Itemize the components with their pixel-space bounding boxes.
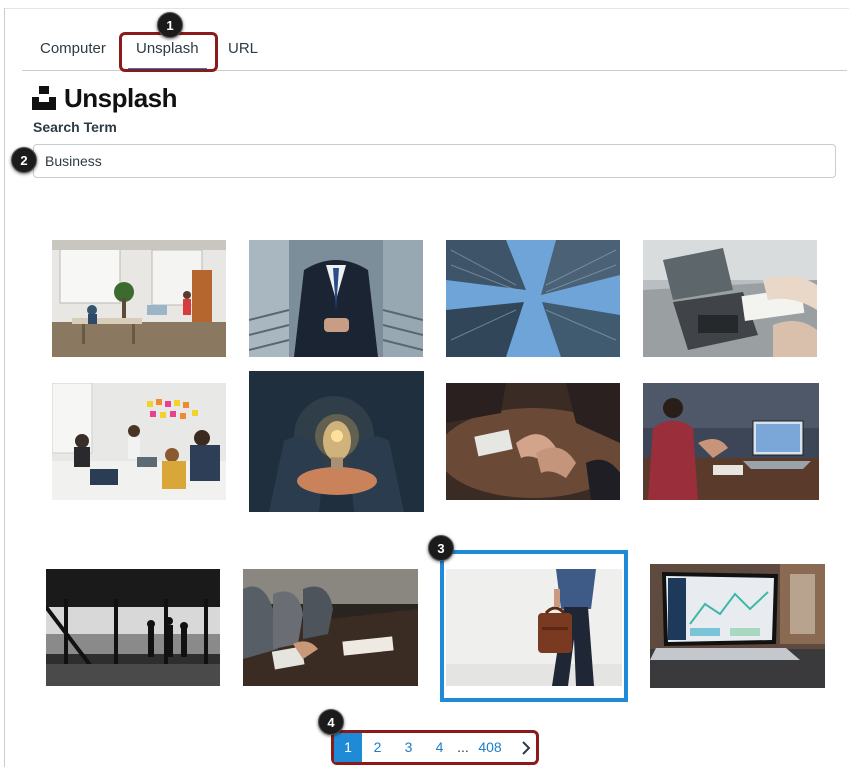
callout-badge-4: 4 [318, 709, 344, 735]
unsplash-logo: Unsplash [32, 82, 178, 113]
callout-badge-1: 1 [157, 12, 183, 38]
panel-left-border [4, 8, 5, 767]
photo-office-loft[interactable] [52, 240, 226, 357]
callout-badge-3: 3 [428, 535, 454, 561]
pagination: 1 2 3 4 ... 408 [334, 733, 543, 762]
unsplash-mark-icon [32, 86, 56, 110]
next-page-button[interactable] [509, 733, 543, 762]
page-button-4[interactable]: 4 [424, 733, 455, 762]
selected-image-highlight [440, 550, 628, 702]
callout-highlight-tab [119, 32, 218, 72]
photo-meeting-table[interactable] [446, 383, 620, 500]
photo-city-window-bw[interactable] [46, 569, 220, 686]
page-button-1[interactable]: 1 [334, 733, 362, 762]
tab-url[interactable]: URL [218, 28, 268, 70]
panel-top-border [4, 8, 849, 9]
photo-lightbulb-hands[interactable] [249, 371, 424, 512]
photo-laptop-dashboard[interactable] [650, 564, 825, 688]
search-input[interactable] [33, 144, 836, 178]
photo-team-whiteboard[interactable] [52, 383, 226, 500]
page-button-last[interactable]: 408 [471, 733, 509, 762]
callout-badge-2: 2 [11, 147, 37, 173]
chevron-right-icon [522, 741, 531, 755]
photo-businessman-suit[interactable] [249, 240, 423, 357]
search-term-label: Search Term [33, 119, 117, 135]
unsplash-wordmark: Unsplash [64, 82, 178, 113]
page-button-2[interactable]: 2 [362, 733, 393, 762]
photo-notes-meeting[interactable] [243, 569, 418, 686]
page-button-3[interactable]: 3 [393, 733, 424, 762]
photo-skyscrapers[interactable] [446, 240, 620, 357]
pagination-ellipsis: ... [457, 739, 469, 755]
photo-laptop-discussion[interactable] [643, 383, 819, 500]
tab-computer[interactable]: Computer [30, 28, 116, 70]
photo-laptop-meeting[interactable] [643, 240, 817, 357]
